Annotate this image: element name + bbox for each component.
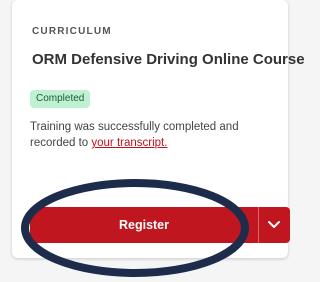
curriculum-card: CURRICULUM ORM Defensive Driving Online … (12, 0, 305, 258)
card-eyebrow: CURRICULUM (32, 26, 112, 37)
chevron-down-icon (268, 221, 280, 228)
transcript-link[interactable]: your transcript. (91, 137, 167, 149)
status-badge: Completed (30, 90, 91, 108)
completion-message: Training was successfully completed and … (30, 119, 270, 151)
course-title[interactable]: ORM Defensive Driving Online Course (32, 51, 305, 68)
register-button[interactable]: Register (30, 207, 258, 243)
register-button-group: Register (30, 207, 290, 243)
register-options-button[interactable] (259, 207, 290, 243)
